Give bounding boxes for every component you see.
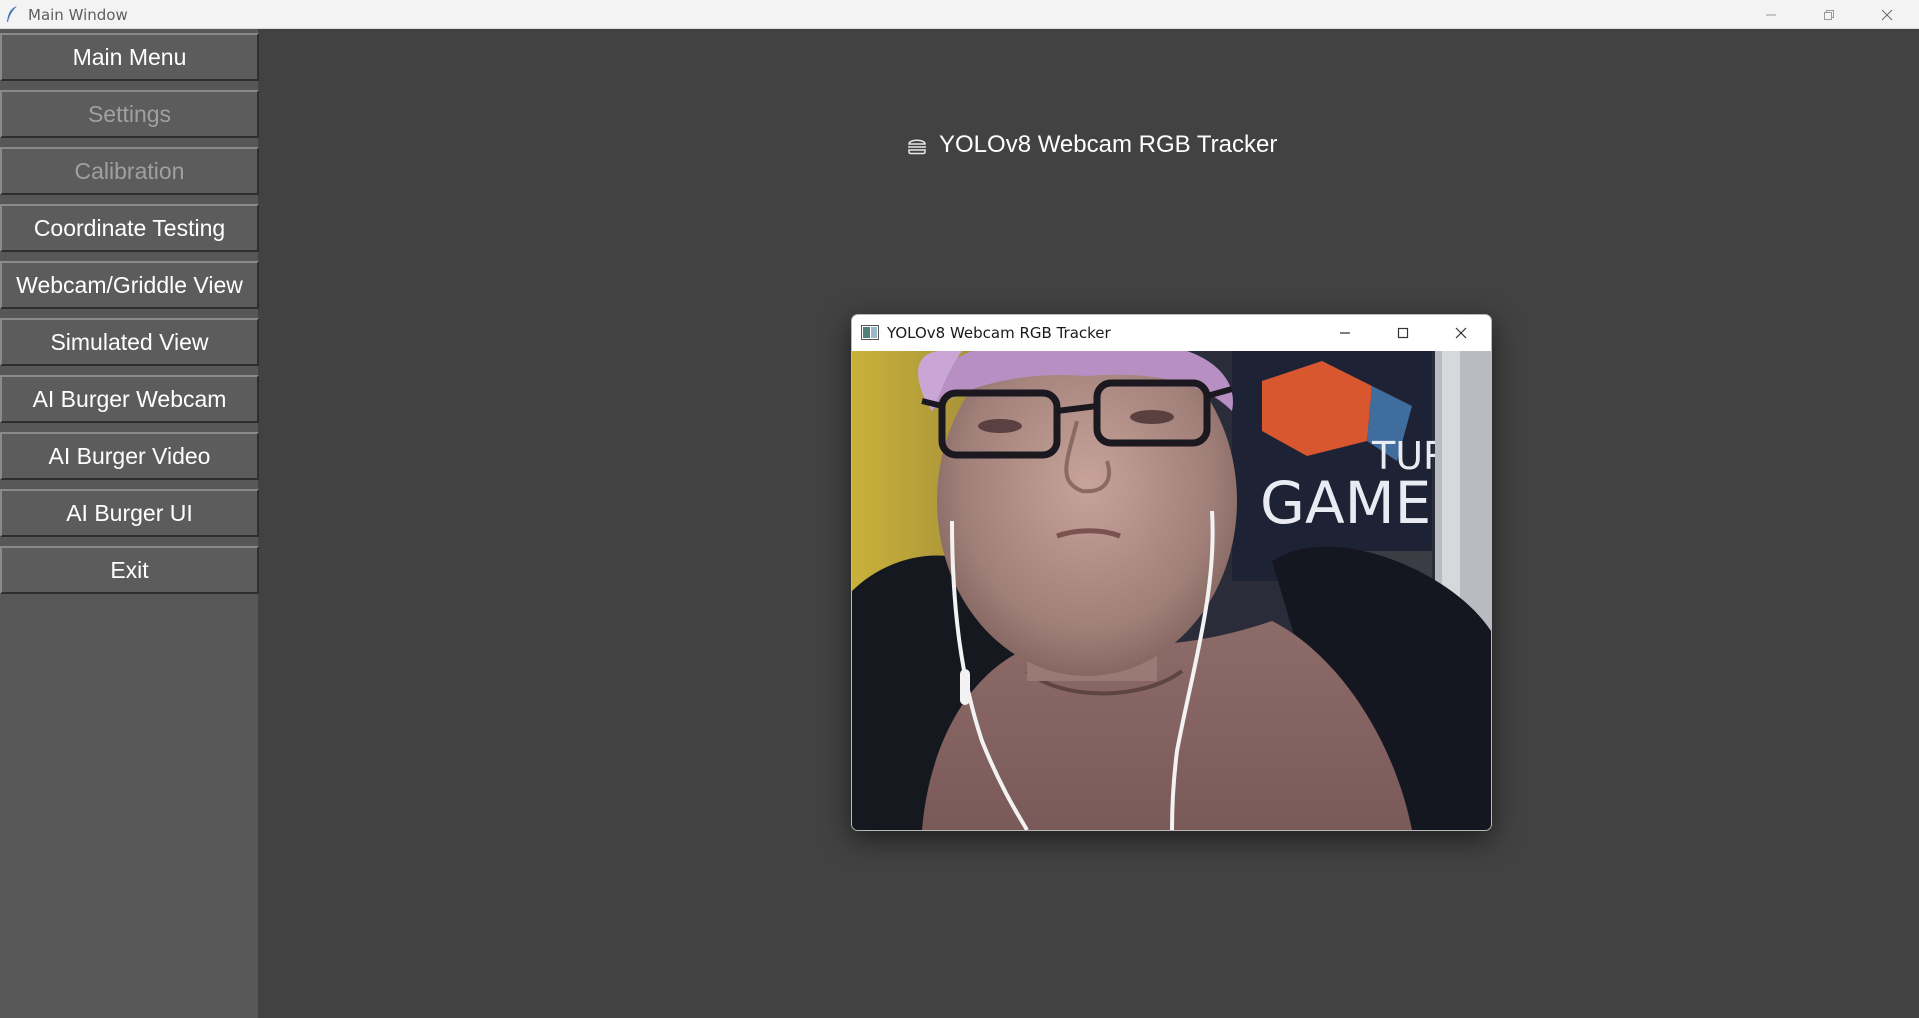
main-menu-button[interactable]: Main Menu xyxy=(0,33,259,81)
coordinate-testing-button[interactable]: Coordinate Testing xyxy=(0,204,259,252)
page-heading: YOLOv8 Webcam RGB Tracker xyxy=(905,128,1277,162)
close-icon xyxy=(1881,9,1893,20)
close-icon xyxy=(1455,327,1467,339)
webcam-frame-image: TUR GAME xyxy=(852,351,1491,830)
tracker-window-title: YOLOv8 Webcam RGB Tracker xyxy=(887,324,1111,342)
restore-icon xyxy=(1824,9,1834,20)
window-title-bar: Main Window xyxy=(0,0,1919,29)
tracker-window-title-bar[interactable]: YOLOv8 Webcam RGB Tracker xyxy=(852,315,1491,351)
minimize-icon xyxy=(1766,14,1776,15)
simulated-view-button[interactable]: Simulated View xyxy=(0,318,259,366)
ai-burger-webcam-button[interactable]: AI Burger Webcam xyxy=(0,375,259,423)
tracker-maximize-button[interactable] xyxy=(1374,315,1432,351)
maximize-icon xyxy=(1397,327,1409,339)
tracker-close-button[interactable] xyxy=(1432,315,1490,351)
restore-button[interactable] xyxy=(1800,0,1858,29)
tracker-window: YOLOv8 Webcam RGB Tracker TUR GAME xyxy=(851,314,1492,831)
opencv-window-icon xyxy=(861,325,879,340)
minimize-button[interactable] xyxy=(1742,0,1800,29)
page-title: YOLOv8 Webcam RGB Tracker xyxy=(939,131,1278,158)
ai-burger-video-button[interactable]: AI Burger Video xyxy=(0,432,259,480)
ai-burger-ui-button[interactable]: AI Burger UI xyxy=(0,489,259,537)
settings-button[interactable]: Settings xyxy=(0,90,259,138)
calibration-button[interactable]: Calibration xyxy=(0,147,259,195)
webcam-feed: TUR GAME xyxy=(852,351,1491,830)
sidebar: Main Menu Settings Calibration Coordinat… xyxy=(0,29,259,1018)
exit-button[interactable]: Exit xyxy=(0,546,259,594)
close-button[interactable] xyxy=(1858,0,1916,29)
webcam-griddle-view-button[interactable]: Webcam/Griddle View xyxy=(0,261,259,309)
minimize-icon xyxy=(1340,332,1350,334)
feather-icon xyxy=(7,6,17,22)
poster-text-2: GAME xyxy=(1260,469,1431,537)
burger-icon xyxy=(908,139,926,155)
tracker-minimize-button[interactable] xyxy=(1316,315,1374,351)
window-title: Main Window xyxy=(28,6,128,24)
